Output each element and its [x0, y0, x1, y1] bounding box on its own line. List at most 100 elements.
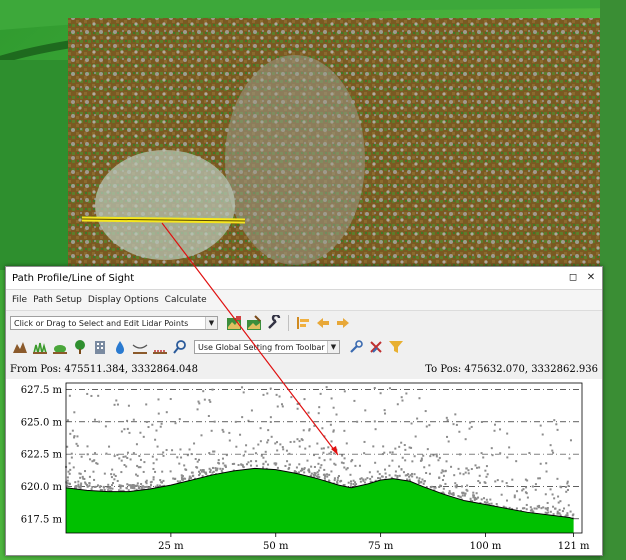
lidar-point — [323, 468, 326, 471]
classification-select[interactable]: Use Global Setting from Toolbar ▼ — [194, 340, 340, 354]
clear-tool-icon[interactable] — [368, 339, 384, 355]
lidar-point — [521, 489, 524, 492]
filter-icon[interactable] — [388, 339, 404, 355]
lidar-point — [420, 457, 423, 460]
path-profile-window[interactable]: Path Profile/Line of Sight ◻ ✕ File Path… — [5, 266, 603, 556]
lidar-point — [322, 451, 325, 454]
lidar-point — [330, 440, 333, 443]
lidar-point — [556, 428, 559, 431]
lidar-point — [558, 508, 561, 511]
lidar-point — [76, 444, 79, 447]
lidar-point — [538, 477, 541, 480]
lidar-point — [69, 468, 72, 471]
lidar-point — [225, 454, 228, 457]
lidar-point — [368, 471, 371, 474]
maximize-icon[interactable]: ◻ — [566, 271, 580, 285]
lidar-point — [429, 455, 432, 458]
lidar-point — [116, 479, 119, 482]
lidar-point — [178, 418, 181, 421]
lidar-point — [551, 493, 554, 496]
wrench-icon[interactable] — [266, 315, 282, 331]
lidar-point — [475, 492, 478, 495]
lidar-point — [424, 410, 427, 413]
lidar-point — [518, 498, 521, 501]
lidar-point — [556, 512, 559, 515]
chevron-down-icon[interactable]: ▼ — [205, 317, 217, 329]
power-line-icon[interactable] — [152, 339, 168, 355]
lidar-point — [156, 484, 159, 487]
lidar-point — [95, 462, 98, 465]
close-icon[interactable]: ✕ — [584, 271, 598, 285]
lidar-point — [202, 390, 205, 393]
lidar-point — [150, 480, 153, 483]
lidar-point — [255, 460, 258, 463]
edit-points-icon[interactable] — [246, 315, 262, 331]
lidar-point — [290, 396, 293, 399]
lidar-point — [478, 474, 481, 477]
position-readout: From Pos: 475511.384, 3332864.048 To Pos… — [6, 364, 602, 378]
water-icon[interactable] — [112, 339, 128, 355]
building-icon[interactable] — [92, 339, 108, 355]
arrow-right-icon[interactable] — [335, 315, 351, 331]
lidar-point — [398, 474, 401, 477]
wire-icon[interactable] — [132, 339, 148, 355]
lidar-point — [317, 462, 320, 465]
lidar-point — [561, 510, 564, 513]
lidar-point — [288, 452, 291, 455]
lidar-point — [161, 470, 164, 473]
lidar-point — [279, 443, 282, 446]
menu-file[interactable]: File — [12, 295, 27, 305]
lidar-point — [335, 448, 338, 451]
lidar-point — [318, 456, 321, 459]
lidar-point — [440, 485, 443, 488]
lidar-point — [555, 423, 558, 426]
grass-icon[interactable] — [32, 339, 48, 355]
lidar-point — [259, 427, 262, 430]
lidar-point — [444, 482, 447, 485]
menu-calculate[interactable]: Calculate — [165, 295, 207, 305]
lidar-point — [410, 422, 413, 425]
lidar-point — [262, 466, 265, 469]
lidar-point — [72, 466, 75, 469]
to-position: To Pos: 475632.070, 3332862.936 — [425, 364, 598, 375]
lidar-point — [307, 411, 310, 414]
lidar-point — [441, 479, 444, 482]
lidar-point — [340, 479, 343, 482]
profile-chart[interactable]: 627.5 m 625.0 m 622.5 m 620.0 m 617.5 m 25 m… — [6, 379, 602, 555]
lidar-point — [485, 475, 488, 478]
lidar-point — [313, 473, 316, 476]
chevron-down-icon[interactable]: ▼ — [327, 341, 339, 353]
save-profile-icon[interactable] — [226, 315, 242, 331]
lidar-point — [139, 458, 142, 461]
lidar-point — [376, 470, 379, 473]
terrain-icon[interactable] — [12, 339, 28, 355]
tree-icon[interactable] — [72, 339, 88, 355]
lidar-point — [563, 507, 566, 510]
align-left-icon[interactable] — [295, 315, 311, 331]
lidar-point — [472, 494, 475, 497]
mode-select[interactable]: Click or Drag to Select and Edit Lidar P… — [10, 316, 218, 330]
lidar-point — [122, 455, 125, 458]
lidar-point — [371, 475, 374, 478]
search-icon[interactable] — [172, 339, 188, 355]
lidar-point — [474, 464, 477, 467]
lidar-point — [125, 465, 128, 468]
lidar-point — [116, 403, 119, 406]
arrow-left-icon[interactable] — [315, 315, 331, 331]
lidar-point — [169, 398, 172, 401]
lidar-point — [298, 440, 301, 443]
shrub-icon[interactable] — [52, 339, 68, 355]
lidar-point — [77, 483, 80, 486]
lidar-point — [407, 473, 410, 476]
title-bar[interactable]: Path Profile/Line of Sight ◻ ✕ — [6, 267, 602, 290]
lidar-point — [182, 477, 185, 480]
menu-display-options[interactable]: Display Options — [88, 295, 159, 305]
lidar-point — [448, 490, 451, 493]
lidar-point — [545, 462, 548, 465]
zoom-tool-icon[interactable] — [348, 339, 364, 355]
lidar-point — [544, 493, 547, 496]
lidar-point — [461, 494, 464, 497]
lidar-point — [308, 445, 311, 448]
lidar-point — [304, 447, 307, 450]
menu-path-setup[interactable]: Path Setup — [33, 295, 82, 305]
